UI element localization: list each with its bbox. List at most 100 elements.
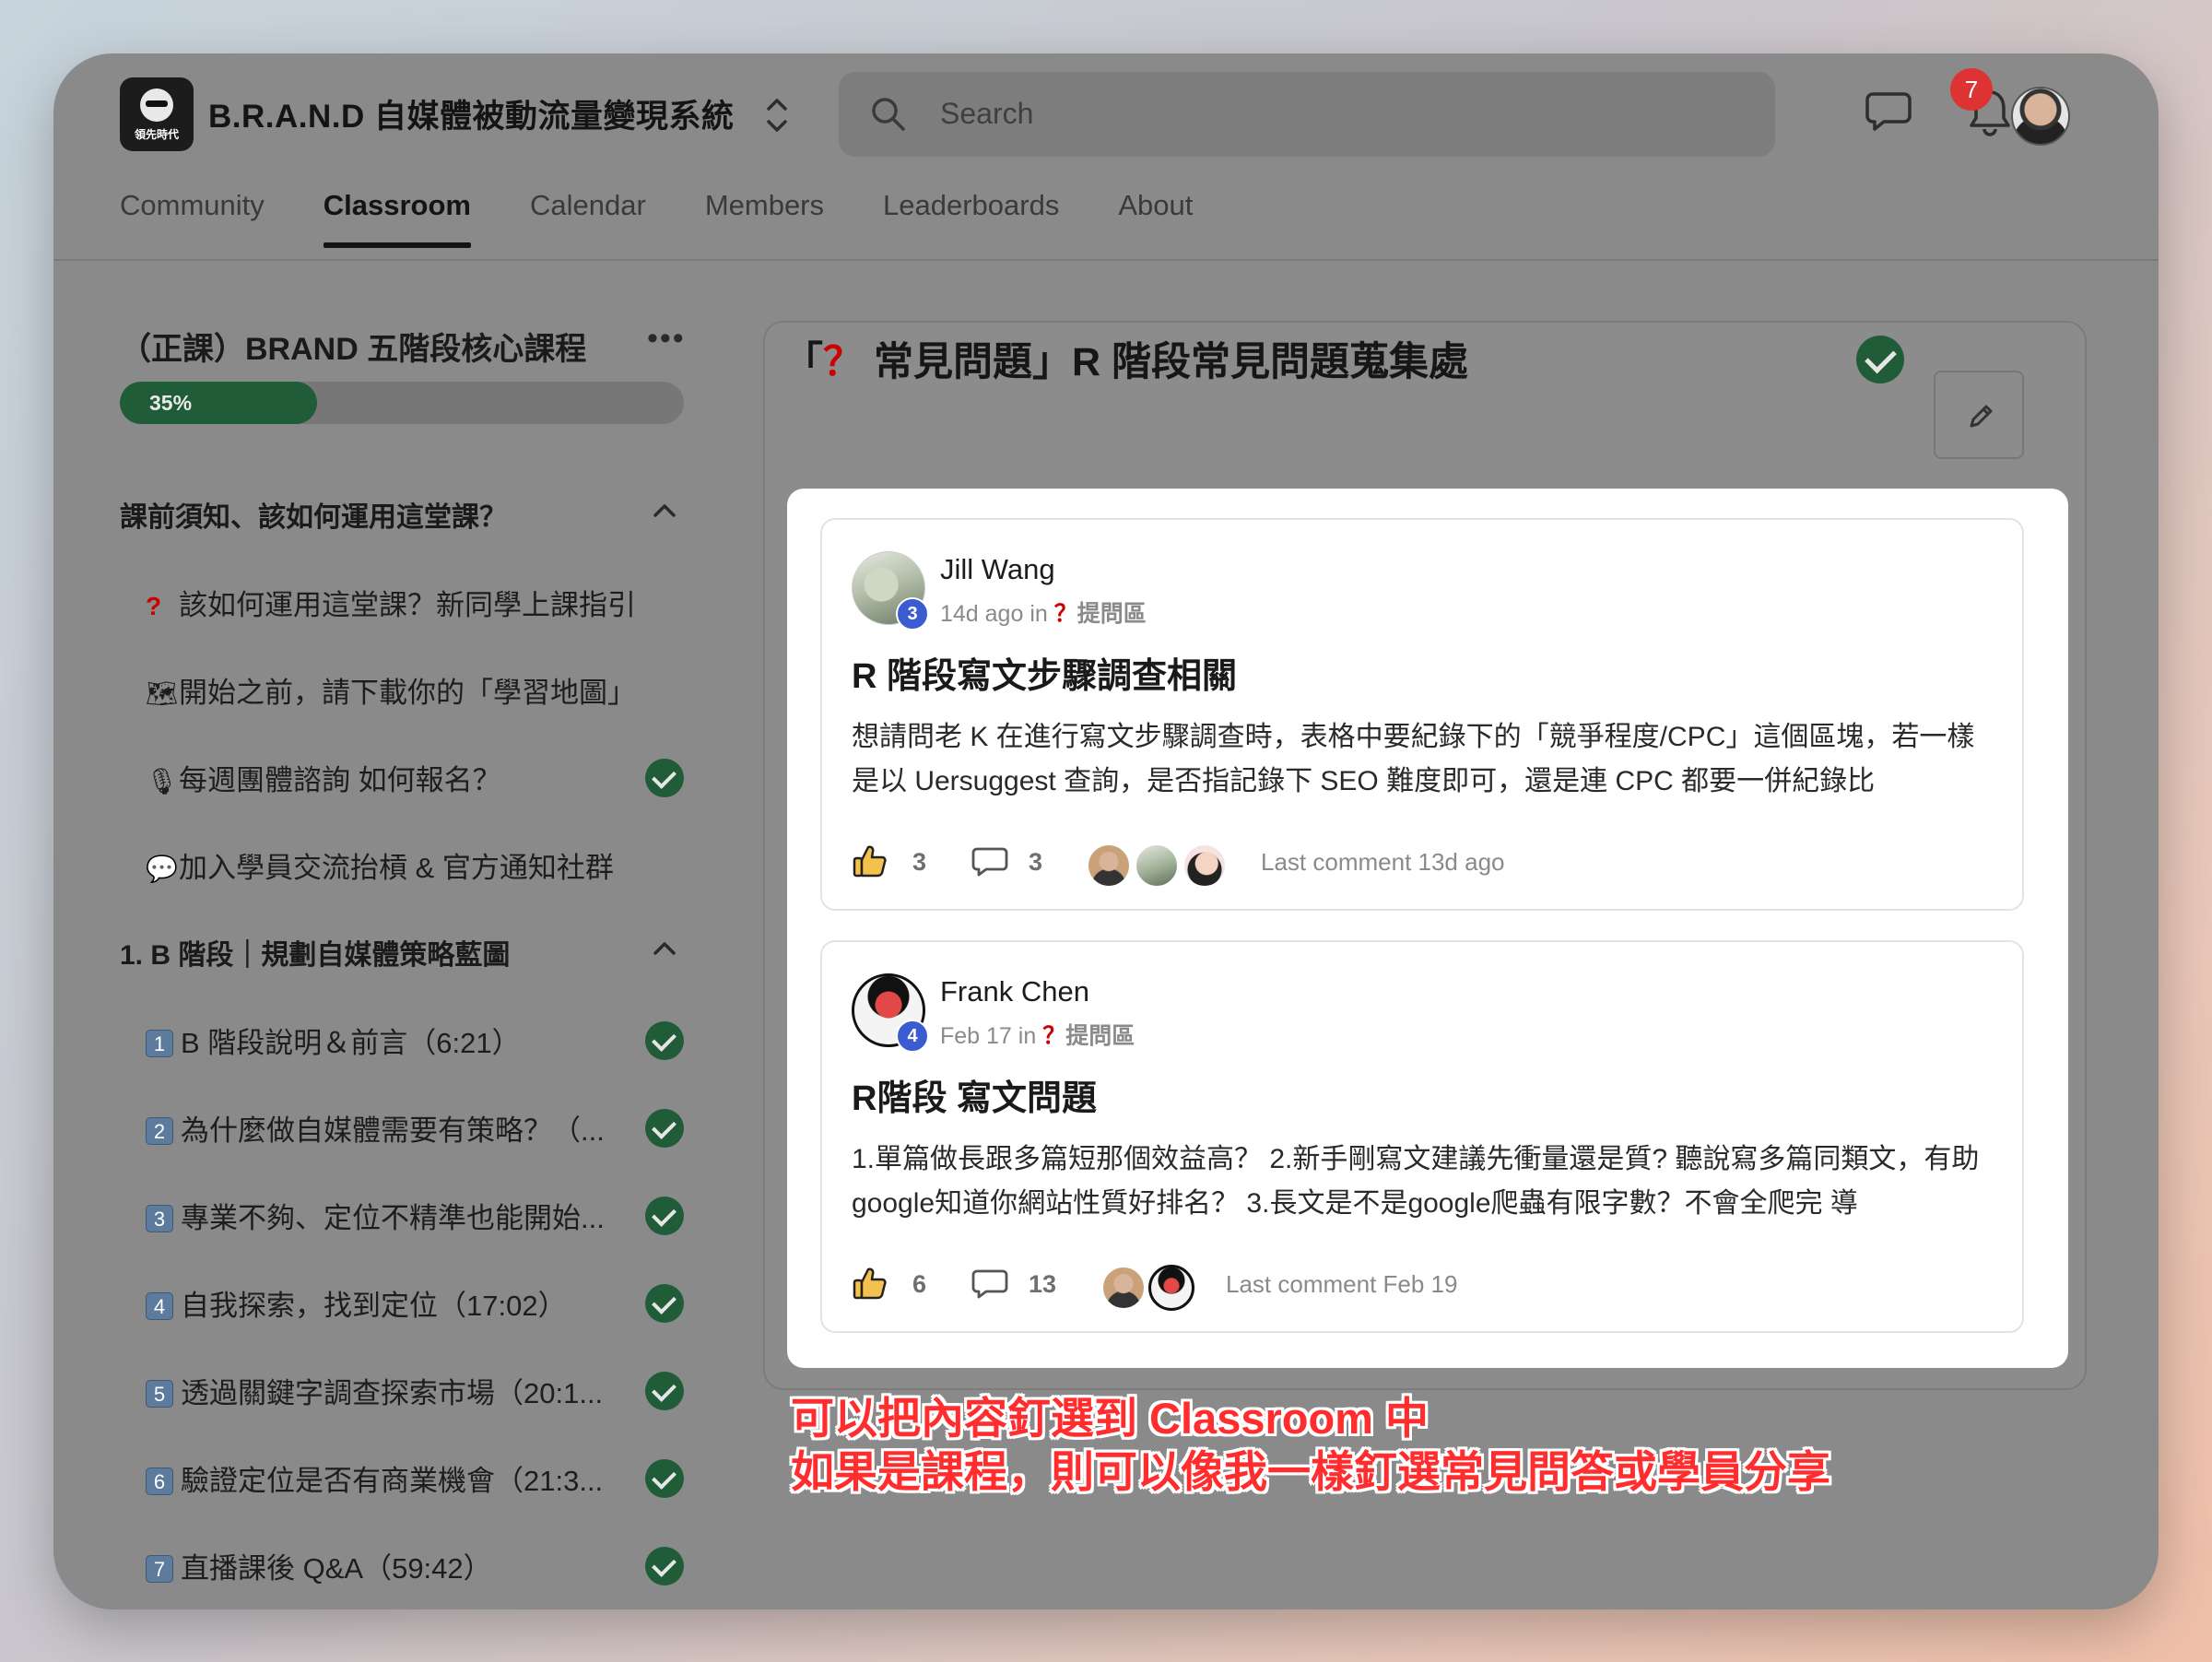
commenter-avatar[interactable] [1134,843,1180,889]
search-placeholder: Search [940,97,1034,130]
post-body: 1.單篇做長跟多篇短那個效益高？ 2.新手剛寫文建議先衝量還是質? 聽說寫多篇同… [852,1144,1980,1219]
lesson-item[interactable]: 🗺開始之前，請下載你的「學習地圖」 [146,669,636,711]
lesson-item[interactable]: 3 專業不夠、定位不精準也能開始... [146,1195,605,1236]
chevron-up-icon[interactable] [651,501,678,525]
lesson-item[interactable]: 1 B 階段說明＆前言（6:21） [146,1020,521,1061]
section-header-prereq[interactable]: 課前須知、該如何運用這堂課？ [120,494,507,535]
post-author[interactable]: Jill Wang [940,553,1055,586]
completed-check-icon [645,1372,684,1410]
post-title[interactable]: R 階段寫文步驟調查相關 [852,647,1237,698]
search-bar[interactable]: Search [839,72,1775,157]
question-mark-icon: ？ [823,340,863,384]
post-time: 14d ago in [940,601,1048,627]
pinned-post-card[interactable]: 4 Frank Chen Feb 17 in ？提問區 R階段 寫文問題 1.單… [820,940,2024,1333]
main-tabs: Community Classroom Calendar Members Lea… [120,189,1252,248]
lesson-label: 驗證定位是否有商業機會（21:3... [181,1465,604,1497]
comment-icon[interactable] [971,846,1008,882]
completed-check-icon [645,1109,684,1148]
tab-classroom[interactable]: Classroom [323,189,472,248]
like-thumbs-up-icon[interactable] [852,843,888,884]
annotation-caption: 可以把內容釘選到 Classroom 中 如果是課程，則可以像我一樣釘選常見問答… [791,1392,1830,1499]
search-icon [870,96,907,137]
post-meta: Feb 17 in ？提問區 [940,1018,1135,1051]
post-title[interactable]: R階段 寫文問題 [852,1069,1097,1120]
lesson-label: 專業不夠、定位不精準也能開始... [181,1202,605,1234]
number-5-icon: 5 [146,1380,173,1408]
chat-icon[interactable] [1865,90,1912,137]
tab-community[interactable]: Community [120,189,265,246]
section-header-b-stage[interactable]: 1. B 階段｜規劃自媒體策略藍圖 [120,932,510,972]
lesson-item[interactable]: 5 透過關鍵字調查探索市場（20:1... [146,1370,603,1411]
map-icon: 🗺 [146,679,179,708]
post-actions: 3 3 Last comment 13d ago [852,841,1994,889]
lesson-title: 「？ 常見問題」R 階段常見問題蒐集處 [783,330,1468,387]
course-progress-bar: 35% [120,382,684,424]
member-level-badge: 3 [896,597,929,631]
completed-check-icon [645,1547,684,1585]
commenter-avatar[interactable] [1100,1265,1147,1311]
post-actions: 6 13 Last comment Feb 19 [852,1263,1994,1311]
lesson-item[interactable]: ? 該如何運用這堂課？新同學上課指引 [146,582,636,623]
commenter-avatar[interactable] [1148,1265,1194,1311]
lesson-item[interactable]: 🎙每週團體諮詢 如何報名？ [146,757,501,798]
question-mark-icon: ？ [1053,601,1077,627]
tab-calendar[interactable]: Calendar [530,189,646,246]
post-meta: 14d ago in ？提問區 [940,595,1147,629]
completed-check-icon [645,759,684,797]
lesson-item[interactable]: 💬加入學員交流抬槓 & 官方通知社群 [146,844,614,886]
community-logo[interactable]: 領先時代 [120,77,194,151]
post-body: 想請問老 K 在進行寫文步驟調查時，表格中要紀錄下的「競爭程度/CPC」這個區塊… [852,722,1975,796]
comment-icon[interactable] [971,1268,1008,1304]
tab-members[interactable]: Members [705,189,824,246]
tab-about[interactable]: About [1118,189,1193,246]
lesson-label: 自我探索，找到定位（17:02） [181,1290,567,1322]
last-comment-time: Last comment Feb 19 [1226,1270,1458,1298]
title-text: 常見問題」R 階段常見問題蒐集處 [873,340,1468,384]
pinned-post-card[interactable]: 3 Jill Wang 14d ago in ？提問區 R 階段寫文步驟調查相關… [820,518,2024,911]
lesson-item[interactable]: 7 直播課後 Q&A（59:42） [146,1545,492,1586]
lesson-item[interactable]: 6 驗證定位是否有商業機會（21:3... [146,1457,603,1499]
user-avatar[interactable] [2011,87,2070,146]
annotation-line-1: 可以把內容釘選到 Classroom 中 [791,1394,1430,1443]
chevron-up-icon[interactable] [651,939,678,962]
course-title: （正課）BRAND 五階段核心課程 [120,332,587,367]
community-name[interactable]: B.R.A.N.D 自媒體被動流量變現系統 [208,90,735,137]
lesson-complete-check-icon[interactable] [1856,336,1904,383]
completed-check-icon [645,1021,684,1060]
like-count: 6 [912,1270,927,1298]
like-count: 3 [912,848,927,876]
like-thumbs-up-icon[interactable] [852,1265,888,1306]
member-level-badge: 4 [896,1020,929,1053]
completed-check-icon [645,1196,684,1235]
notification-count-badge: 7 [1950,68,1993,111]
comment-count: 13 [1029,1270,1057,1298]
tab-leaderboards[interactable]: Leaderboards [883,189,1059,246]
title-bracket: 「 [783,340,823,384]
lesson-label: 每週團體諮詢 如何報名？ [179,764,501,796]
speech-bubble-icon: 💬 [146,855,178,883]
completed-check-icon [645,1459,684,1498]
edit-button[interactable] [1934,371,2024,459]
lesson-item[interactable]: 2 為什麼做自媒體需要有策略？（... [146,1107,605,1149]
logo-face-icon [140,88,173,122]
number-3-icon: 3 [146,1205,173,1232]
lesson-label: 該如何運用這堂課？新同學上課指引 [179,589,636,621]
lesson-label: B 階段說明＆前言（6:21） [181,1027,521,1059]
community-switcher-icon[interactable] [763,92,791,138]
lesson-label: 直播課後 Q&A（59:42） [181,1552,492,1585]
lesson-label: 開始之前，請下載你的「學習地圖」 [179,677,636,709]
post-category[interactable]: 提問區 [1077,601,1147,627]
number-2-icon: 2 [146,1117,173,1145]
commenter-avatar[interactable] [1086,843,1132,889]
course-more-button[interactable]: ••• [647,321,686,357]
commenter-avatar[interactable] [1182,843,1228,889]
top-bar: 領先時代 B.R.A.N.D 自媒體被動流量變現系統 Search 7 Comm… [53,53,2159,261]
post-author[interactable]: Frank Chen [940,975,1089,1008]
pencil-icon [1970,405,1993,428]
completed-check-icon [645,1284,684,1323]
number-7-icon: 7 [146,1555,173,1583]
post-category[interactable]: 提問區 [1065,1023,1135,1049]
number-4-icon: 4 [146,1292,173,1320]
lesson-label: 透過關鍵字調查探索市場（20:1... [181,1377,604,1409]
lesson-item[interactable]: 4 自我探索，找到定位（17:02） [146,1282,567,1324]
